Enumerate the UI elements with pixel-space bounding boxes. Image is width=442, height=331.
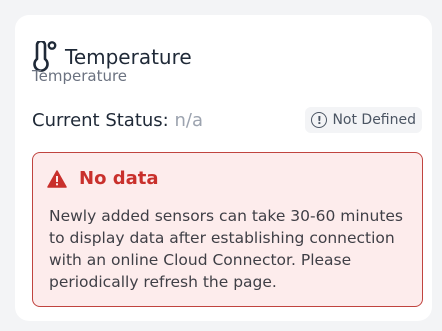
status-badge-label: Not Defined (332, 112, 416, 128)
status-value: n/a (174, 109, 203, 131)
alert-header: No data (47, 168, 158, 189)
status-badge: ! Not Defined (305, 107, 422, 133)
sensor-card: Temperature Temperature Current Status: … (15, 15, 432, 321)
status-row: Current Status: n/a ! Not Defined (32, 107, 422, 133)
alert-message: Newly added sensors can take 30-60 minut… (49, 207, 404, 291)
alert-title: No data (79, 168, 159, 189)
info-icon: ! (311, 112, 328, 128)
status-label: Current Status: (32, 109, 169, 131)
warning-triangle-icon (47, 169, 67, 188)
no-data-alert: No data Newly added sensors can take 30-… (32, 152, 423, 307)
card-title: Temperature (65, 45, 192, 69)
card-subtitle: Temperature (32, 67, 128, 85)
current-status: Current Status: n/a (32, 110, 203, 131)
